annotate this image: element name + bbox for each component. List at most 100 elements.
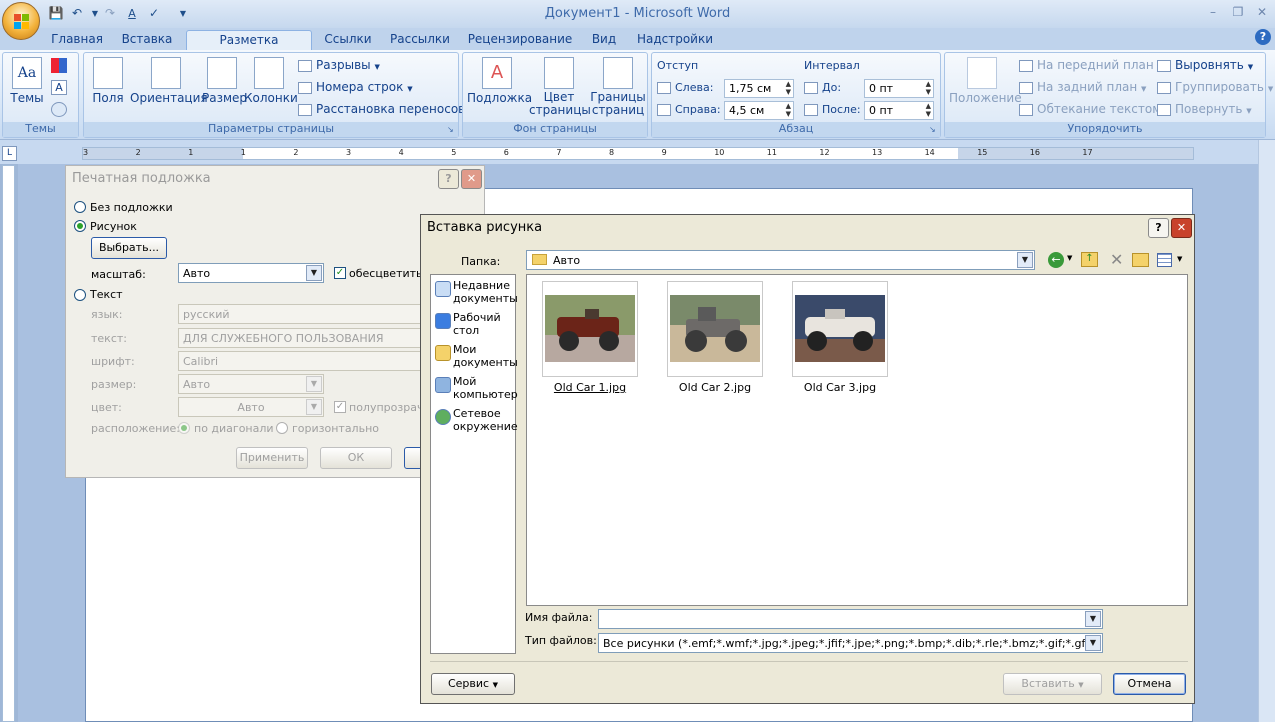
filename-input[interactable]: ▼	[598, 609, 1103, 629]
margins-button[interactable]: Поля	[88, 57, 128, 105]
no-watermark-radio[interactable]	[74, 201, 86, 213]
watermark-close-icon[interactable]: ✕	[461, 169, 482, 189]
tab-home[interactable]: Главная	[46, 30, 108, 50]
color-dropdown-icon[interactable]: ▼	[306, 399, 322, 415]
text-watermark-radio[interactable]	[74, 289, 86, 301]
spacing-before-spinner[interactable]: 0 пт ▲ ▼	[864, 79, 934, 98]
apply-button[interactable]: Применить	[236, 447, 308, 469]
back-icon[interactable]: ←	[1048, 252, 1064, 268]
spin-arrows-icon[interactable]: ▲ ▼	[786, 102, 791, 118]
save-icon[interactable]: 💾	[47, 5, 65, 22]
line-numbers-button[interactable]: Номера строк ▼	[298, 80, 413, 94]
rotate-button[interactable]: Повернуть ▼	[1157, 102, 1252, 116]
scale-dropdown-icon[interactable]: ▼	[306, 265, 322, 281]
tab-mailings[interactable]: Рассылки	[386, 30, 454, 50]
tab-review[interactable]: Рецензирование	[466, 30, 574, 50]
file-name-1[interactable]: Old Car 1.jpg	[535, 381, 645, 394]
spin-arrows-icon[interactable]: ▲ ▼	[926, 80, 931, 96]
ok-button[interactable]: ОК	[320, 447, 392, 469]
tab-page-layout[interactable]: Разметка страницы	[186, 30, 312, 65]
select-picture-button[interactable]: Выбрать...	[91, 237, 167, 259]
delete-icon[interactable]: ✕	[1110, 250, 1123, 269]
new-folder-icon[interactable]	[1132, 253, 1149, 267]
indent-left-spinner[interactable]: 1,75 см ▲ ▼	[724, 79, 794, 98]
indent-right-spinner[interactable]: 4,5 см ▲ ▼	[724, 101, 794, 120]
file-thumbnail-1[interactable]	[542, 281, 638, 377]
tab-addins[interactable]: Надстройки	[634, 30, 716, 50]
folder-dropdown-icon[interactable]: ▼	[1017, 252, 1033, 268]
page-setup-launcher-icon[interactable]: ↘	[447, 126, 456, 135]
undo-icon[interactable]: ↶	[68, 5, 86, 22]
back-dropdown-icon[interactable]: ▼	[1067, 254, 1072, 262]
views-dropdown-icon[interactable]: ▼	[1177, 255, 1182, 263]
insert-button[interactable]: Вставить ▼	[1003, 673, 1102, 695]
washout-checkbox[interactable]: ✓	[334, 267, 346, 279]
office-button[interactable]	[2, 2, 40, 40]
restore-icon[interactable]: ❐	[1228, 5, 1248, 21]
minimize-icon[interactable]: –	[1203, 5, 1223, 21]
watermark-button[interactable]: A Подложка	[467, 57, 532, 105]
filename-dropdown-icon[interactable]: ▼	[1085, 611, 1101, 627]
horizontal-radio[interactable]	[276, 422, 288, 434]
spelling-icon[interactable]: ✓	[145, 5, 163, 22]
spacing-after-spinner[interactable]: 0 пт ▲ ▼	[864, 101, 934, 120]
insert-close-icon[interactable]: ✕	[1171, 218, 1192, 238]
diagonal-radio[interactable]	[178, 422, 190, 434]
tab-view[interactable]: Вид	[586, 30, 622, 50]
ruler-number: 3	[83, 148, 89, 157]
font-color-icon[interactable]: A	[123, 5, 141, 22]
cancel-button[interactable]: Отмена	[1113, 673, 1186, 695]
bring-front-button[interactable]: На передний план ▼	[1019, 58, 1163, 72]
page-borders-button[interactable]: Границы страниц	[589, 57, 647, 117]
scale-select[interactable]: Авто ▼	[178, 263, 324, 283]
page-color-button[interactable]: Цвет страницы	[529, 57, 591, 117]
text-wrap-button[interactable]: Обтекание текстом ▼	[1019, 102, 1170, 116]
close-window-icon[interactable]: ✕	[1252, 5, 1272, 21]
redo-icon[interactable]: ↷	[101, 5, 119, 22]
columns-button[interactable]: Колонки	[244, 57, 298, 105]
size-dropdown-icon[interactable]: ▼	[306, 376, 322, 392]
spin-arrows-icon[interactable]: ▲ ▼	[926, 102, 931, 118]
filetype-dropdown-icon[interactable]: ▼	[1085, 635, 1101, 651]
theme-effects-icon[interactable]	[51, 102, 67, 117]
send-back-button[interactable]: На задний план ▼	[1019, 80, 1146, 94]
color-select[interactable]: Авто ▼	[178, 397, 324, 417]
service-button[interactable]: Сервис ▼	[431, 673, 515, 695]
spin-arrows-icon[interactable]: ▲ ▼	[786, 80, 791, 96]
tab-selector-icon[interactable]: L	[2, 146, 17, 161]
up-folder-icon[interactable]: ↑	[1081, 252, 1098, 267]
file-name-3[interactable]: Old Car 3.jpg	[785, 381, 895, 394]
themes-button[interactable]: Aa Темы	[7, 57, 47, 105]
hyphenation-button[interactable]: Расстановка переносов ▼	[298, 102, 474, 116]
size-button[interactable]: Размер	[202, 57, 247, 105]
help-icon[interactable]: ?	[1255, 29, 1271, 45]
semitransparent-checkbox[interactable]: ✓	[334, 401, 346, 413]
language-select[interactable]: русский	[178, 304, 423, 324]
file-name-2[interactable]: Old Car 2.jpg	[660, 381, 770, 394]
vertical-scrollbar[interactable]	[1258, 140, 1275, 722]
customize-qat-icon[interactable]: ▼	[174, 5, 192, 22]
horizontal-ruler[interactable]: 3 2 1 1 2 3 4 5 6 7 8 9 10 11 12 13 14 15 16 17	[82, 147, 1194, 160]
theme-colors-icon[interactable]	[51, 58, 67, 73]
size-select[interactable]: Авто ▼	[178, 374, 324, 394]
position-button[interactable]: Положение	[949, 57, 1022, 105]
tab-insert[interactable]: Вставка	[116, 30, 178, 50]
font-select[interactable]: Calibri	[178, 351, 423, 371]
tab-references[interactable]: Ссылки	[320, 30, 376, 50]
align-button[interactable]: Выровнять ▼	[1157, 58, 1253, 72]
insert-help-icon[interactable]: ?	[1148, 218, 1169, 238]
folder-select[interactable]: Авто ▼	[526, 250, 1035, 270]
text-select[interactable]: ДЛЯ СЛУЖЕБНОГО ПОЛЬЗОВАНИЯ	[178, 328, 423, 348]
watermark-help-icon[interactable]: ?	[438, 169, 459, 189]
breaks-button[interactable]: Разрывы ▼	[298, 58, 380, 72]
paragraph-launcher-icon[interactable]: ↘	[929, 126, 938, 135]
vertical-ruler[interactable]	[2, 165, 15, 722]
file-thumbnail-2[interactable]	[667, 281, 763, 377]
file-thumbnail-3[interactable]	[792, 281, 888, 377]
theme-fonts-icon[interactable]: A	[51, 80, 67, 95]
group-objects-button[interactable]: Группировать ▼	[1157, 80, 1273, 94]
views-icon[interactable]	[1157, 253, 1172, 267]
filetype-select[interactable]: Все рисунки (*.emf;*.wmf;*.jpg;*.jpeg;*.…	[598, 633, 1103, 653]
picture-watermark-radio[interactable]	[74, 220, 86, 232]
orientation-button[interactable]: Ориентация	[130, 57, 208, 105]
